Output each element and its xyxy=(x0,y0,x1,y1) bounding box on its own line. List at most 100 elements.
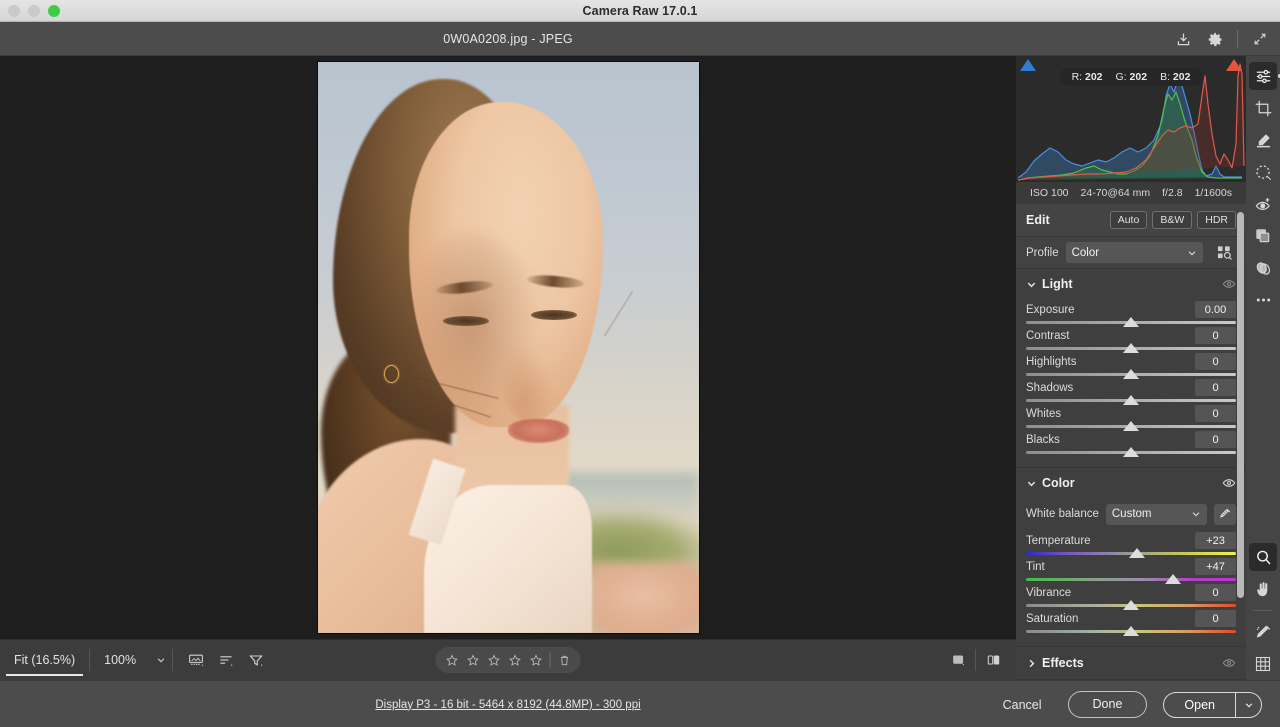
bw-button[interactable]: B&W xyxy=(1152,211,1193,229)
exif-iso: ISO 100 xyxy=(1030,187,1069,199)
slider-thumb[interactable] xyxy=(1165,574,1181,584)
cancel-button[interactable]: Cancel xyxy=(993,692,1052,718)
close-window-button[interactable] xyxy=(8,5,20,17)
slider-value[interactable]: +47 xyxy=(1195,558,1236,575)
rgb-g-value: 202 xyxy=(1129,71,1148,83)
slider-label: Tint xyxy=(1026,561,1045,573)
color-section-header[interactable]: Color xyxy=(1016,468,1246,498)
edit-panel-scroll-area[interactable]: Edit Auto B&W HDR Profile Color Light Ex… xyxy=(1016,204,1246,680)
image-info-link[interactable]: Display P3 - 16 bit - 5464 x 8192 (44.8M… xyxy=(0,681,1016,727)
done-button[interactable]: Done xyxy=(1067,691,1148,718)
slider-temperature[interactable]: Temperature +23 xyxy=(1026,532,1236,558)
exif-aperture: f/2.8 xyxy=(1162,187,1183,199)
color-visibility-toggle-icon[interactable] xyxy=(1222,476,1236,490)
filmstrip-toggle-icon[interactable] xyxy=(181,646,211,674)
star-5[interactable] xyxy=(526,647,547,673)
slider-track[interactable] xyxy=(1026,578,1236,581)
edit-tool-icon[interactable] xyxy=(1249,62,1280,90)
slider-value[interactable]: 0.00 xyxy=(1195,301,1236,318)
star-1[interactable] xyxy=(442,647,463,673)
more-options-icon[interactable] xyxy=(1249,286,1277,314)
slider-value[interactable]: 0 xyxy=(1195,610,1236,627)
slider-thumb[interactable] xyxy=(1123,447,1139,457)
slider-value[interactable]: 0 xyxy=(1195,405,1236,422)
slider-value[interactable]: 0 xyxy=(1195,584,1236,601)
light-section-header[interactable]: Light xyxy=(1016,269,1246,299)
crop-tool-icon[interactable] xyxy=(1249,94,1277,122)
slider-thumb[interactable] xyxy=(1123,600,1139,610)
slider-thumb[interactable] xyxy=(1123,395,1139,405)
scrollbar-thumb[interactable] xyxy=(1237,212,1244,598)
save-image-icon[interactable] xyxy=(1169,25,1197,53)
slider-highlights[interactable]: Highlights 0 xyxy=(1026,353,1236,379)
slider-value[interactable]: 0 xyxy=(1195,431,1236,448)
slider-contrast[interactable]: Contrast 0 xyxy=(1026,327,1236,353)
effects-section-header[interactable]: Effects xyxy=(1016,647,1246,679)
shadow-clipping-indicator[interactable] xyxy=(1020,59,1036,71)
white-balance-eyedropper-icon[interactable] xyxy=(1214,503,1236,525)
zoom-tool-icon[interactable] xyxy=(1249,543,1277,571)
maximize-window-button[interactable] xyxy=(48,5,60,17)
preferences-gear-icon[interactable] xyxy=(1201,25,1229,53)
healing-tool-icon[interactable] xyxy=(1249,126,1277,154)
slider-value[interactable]: 0 xyxy=(1195,353,1236,370)
single-view-icon[interactable] xyxy=(943,646,973,674)
red-eye-tool-icon[interactable] xyxy=(1249,190,1277,218)
star-3[interactable] xyxy=(484,647,505,673)
sort-order-icon[interactable] xyxy=(211,646,241,674)
histogram[interactable]: R: 202 G: 202 B: 202 xyxy=(1016,56,1246,182)
slider-value[interactable]: 0 xyxy=(1195,327,1236,344)
slider-whites[interactable]: Whites 0 xyxy=(1026,405,1236,431)
slider-thumb[interactable] xyxy=(1123,421,1139,431)
light-visibility-toggle-icon[interactable] xyxy=(1222,277,1236,291)
chevron-down-icon[interactable] xyxy=(1026,478,1042,489)
slider-blacks[interactable]: Blacks 0 xyxy=(1026,431,1236,457)
eyedropper-tool-icon[interactable] xyxy=(1249,618,1277,646)
slider-thumb[interactable] xyxy=(1123,369,1139,379)
rgb-readout: R: 202 G: 202 B: 202 xyxy=(1059,68,1203,86)
highlight-clipping-indicator[interactable] xyxy=(1226,59,1242,71)
slider-thumb[interactable] xyxy=(1123,317,1139,327)
zoom-fit-button[interactable]: Fit (16.5%) xyxy=(0,640,89,681)
before-after-view-icon[interactable] xyxy=(978,646,1008,674)
star-2[interactable] xyxy=(463,647,484,673)
profile-browser-icon[interactable] xyxy=(1210,239,1238,267)
trash-reject-icon[interactable] xyxy=(554,647,575,673)
slider-value[interactable]: 0 xyxy=(1195,379,1236,396)
zoom-level-chevron-icon[interactable] xyxy=(150,640,172,681)
effects-visibility-toggle-icon[interactable] xyxy=(1222,656,1236,670)
star-rating-control[interactable] xyxy=(435,647,581,673)
slider-label: Saturation xyxy=(1026,613,1079,625)
slider-thumb[interactable] xyxy=(1129,548,1146,558)
open-button[interactable]: Open xyxy=(1164,693,1235,717)
full-screen-icon[interactable] xyxy=(1246,25,1274,53)
zoom-100-button[interactable]: 100% xyxy=(90,640,150,681)
white-balance-select[interactable]: Custom xyxy=(1105,503,1207,525)
slider-shadows[interactable]: Shadows 0 xyxy=(1026,379,1236,405)
profile-select[interactable]: Color xyxy=(1065,242,1203,263)
image-canvas[interactable] xyxy=(0,56,1016,639)
minimize-window-button[interactable] xyxy=(28,5,40,17)
open-options-chevron-icon[interactable] xyxy=(1235,692,1261,717)
chevron-down-icon[interactable] xyxy=(1026,279,1042,290)
slider-value[interactable]: +23 xyxy=(1195,532,1236,549)
slider-thumb[interactable] xyxy=(1123,626,1139,636)
slider-tint[interactable]: Tint +47 xyxy=(1026,558,1236,584)
auto-button[interactable]: Auto xyxy=(1109,211,1148,229)
preview-photo[interactable] xyxy=(317,62,699,633)
chevron-right-icon[interactable] xyxy=(1026,658,1042,669)
white-balance-row: White balance Custom xyxy=(1026,500,1236,528)
slider-saturation[interactable]: Saturation 0 xyxy=(1026,610,1236,636)
hdr-button[interactable]: HDR xyxy=(1197,211,1236,229)
filter-icon[interactable] xyxy=(241,646,271,674)
star-4[interactable] xyxy=(505,647,526,673)
slider-vibrance[interactable]: Vibrance 0 xyxy=(1026,584,1236,610)
slider-thumb[interactable] xyxy=(1123,343,1139,353)
slider-exposure[interactable]: Exposure 0.00 xyxy=(1026,301,1236,327)
edit-panel-scrollbar[interactable] xyxy=(1237,204,1244,680)
masking-tool-icon[interactable] xyxy=(1249,158,1277,186)
grid-overlay-icon[interactable] xyxy=(1249,650,1277,678)
presets-tool-icon[interactable] xyxy=(1249,222,1277,250)
snapshots-tool-icon[interactable] xyxy=(1249,254,1277,282)
hand-tool-icon[interactable] xyxy=(1249,575,1277,603)
